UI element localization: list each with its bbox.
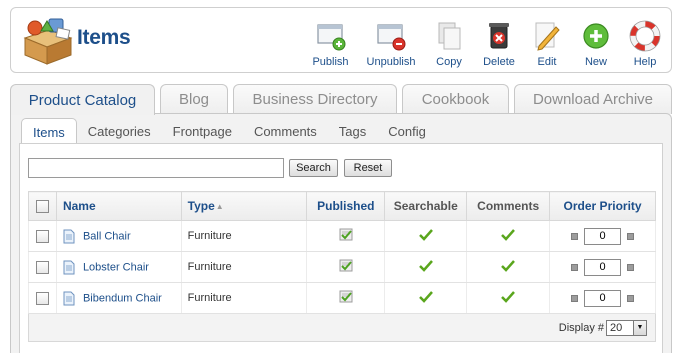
- unpublish-button[interactable]: Unpublish: [359, 14, 423, 70]
- table-row: Ball Chair Furniture: [28, 220, 656, 252]
- search-button[interactable]: Search: [289, 159, 338, 177]
- searchable-check-icon[interactable]: [418, 228, 433, 241]
- subtab-items[interactable]: Items: [21, 118, 77, 145]
- type-column-header[interactable]: Type▲: [180, 191, 308, 221]
- help-icon: [629, 20, 661, 52]
- row-checkbox[interactable]: [35, 260, 49, 274]
- app-root: Items Publish Unpublish Copy Delete Edit…: [0, 0, 680, 353]
- document-icon: [63, 260, 75, 274]
- comments-check-icon[interactable]: [501, 228, 516, 241]
- subtab-comments[interactable]: Comments: [243, 118, 328, 144]
- order-down-icon[interactable]: [627, 263, 635, 271]
- order-up-icon[interactable]: [571, 232, 579, 240]
- order-down-icon[interactable]: [627, 232, 635, 240]
- copy-button[interactable]: Copy: [423, 14, 475, 70]
- delete-icon: [489, 23, 509, 49]
- comments-check-icon[interactable]: [501, 259, 516, 272]
- subtab-frontpage[interactable]: Frontpage: [162, 118, 243, 144]
- table-row: Lobster Chair Furniture: [28, 251, 656, 283]
- published-icon[interactable]: [338, 258, 354, 273]
- edit-icon: [535, 22, 560, 51]
- item-name-link[interactable]: Lobster Chair: [83, 261, 149, 273]
- display-count-control: Display # 20 ▼: [558, 319, 647, 336]
- reset-button[interactable]: Reset: [344, 159, 392, 177]
- published-icon[interactable]: [338, 289, 354, 304]
- select-all-checkbox[interactable]: [35, 200, 49, 214]
- name-column-header[interactable]: Name: [55, 191, 182, 221]
- page-title: Items: [77, 26, 131, 49]
- publish-icon: [316, 24, 345, 51]
- items-list-panel: Search Reset Name Type▲ Published Search…: [19, 143, 663, 353]
- main-tabs: Product Catalog Blog Business Directory …: [10, 84, 672, 115]
- header-bar: Items Publish Unpublish Copy Delete Edit…: [10, 7, 672, 73]
- search-input[interactable]: [28, 158, 284, 178]
- comments-check-icon[interactable]: [501, 290, 516, 303]
- tab-cookbook[interactable]: Cookbook: [402, 84, 509, 114]
- item-type: Furniture: [180, 220, 308, 252]
- select-all-cell: [28, 191, 57, 221]
- tab-business-directory[interactable]: Business Directory: [233, 84, 397, 114]
- subtab-tags[interactable]: Tags: [328, 118, 377, 144]
- sort-ascending-icon: ▲: [215, 202, 224, 212]
- toolbar: Publish Unpublish Copy Delete Edit New H…: [302, 14, 669, 70]
- display-label: Display #: [558, 321, 604, 334]
- order-priority-input[interactable]: [584, 289, 622, 307]
- row-checkbox[interactable]: [35, 229, 49, 243]
- item-name-link[interactable]: Ball Chair: [83, 230, 131, 242]
- item-type: Furniture: [180, 282, 308, 314]
- display-count-select[interactable]: 20 ▼: [606, 319, 647, 336]
- order-down-icon[interactable]: [627, 294, 635, 302]
- document-icon: [63, 291, 75, 305]
- published-icon[interactable]: [338, 227, 354, 242]
- searchable-check-icon[interactable]: [418, 259, 433, 272]
- row-checkbox[interactable]: [35, 291, 49, 305]
- publish-button[interactable]: Publish: [302, 14, 359, 70]
- searchable-column-header: Searchable: [384, 191, 468, 221]
- searchable-check-icon[interactable]: [418, 290, 433, 303]
- copy-icon: [438, 22, 461, 50]
- items-table: Name Type▲ Published Searchable Comments…: [28, 191, 656, 342]
- order-priority-input[interactable]: [584, 258, 622, 276]
- new-button[interactable]: New: [571, 14, 621, 70]
- chevron-down-icon: ▼: [633, 320, 646, 335]
- delete-button[interactable]: Delete: [475, 14, 523, 70]
- published-column-header[interactable]: Published: [306, 191, 386, 221]
- unpublish-icon: [377, 24, 406, 51]
- item-type: Furniture: [180, 251, 308, 283]
- order-up-icon[interactable]: [571, 263, 579, 271]
- tab-product-catalog[interactable]: Product Catalog: [10, 84, 155, 115]
- display-count-value: 20: [610, 321, 623, 334]
- new-icon: [583, 23, 609, 49]
- document-icon: [63, 229, 75, 243]
- subtab-config[interactable]: Config: [377, 118, 437, 144]
- items-box-icon: [23, 18, 73, 65]
- subtab-categories[interactable]: Categories: [77, 118, 162, 144]
- table-row: Bibendum Chair Furniture: [28, 282, 656, 314]
- sub-tabs: Items Categories Frontpage Comments Tags…: [21, 118, 437, 145]
- comments-column-header: Comments: [466, 191, 551, 221]
- tab-download-archive[interactable]: Download Archive: [514, 84, 672, 114]
- edit-button[interactable]: Edit: [523, 14, 571, 70]
- order-up-icon[interactable]: [571, 294, 579, 302]
- table-footer-row: Display # 20 ▼: [28, 313, 656, 342]
- order-priority-column-header[interactable]: Order Priority: [549, 191, 656, 221]
- item-name-link[interactable]: Bibendum Chair: [83, 292, 162, 304]
- order-priority-input[interactable]: [584, 227, 622, 245]
- tab-blog[interactable]: Blog: [160, 84, 228, 114]
- table-header-row: Name Type▲ Published Searchable Comments…: [28, 191, 656, 221]
- content-panel: Items Categories Frontpage Comments Tags…: [10, 113, 672, 353]
- help-button[interactable]: Help: [621, 14, 669, 70]
